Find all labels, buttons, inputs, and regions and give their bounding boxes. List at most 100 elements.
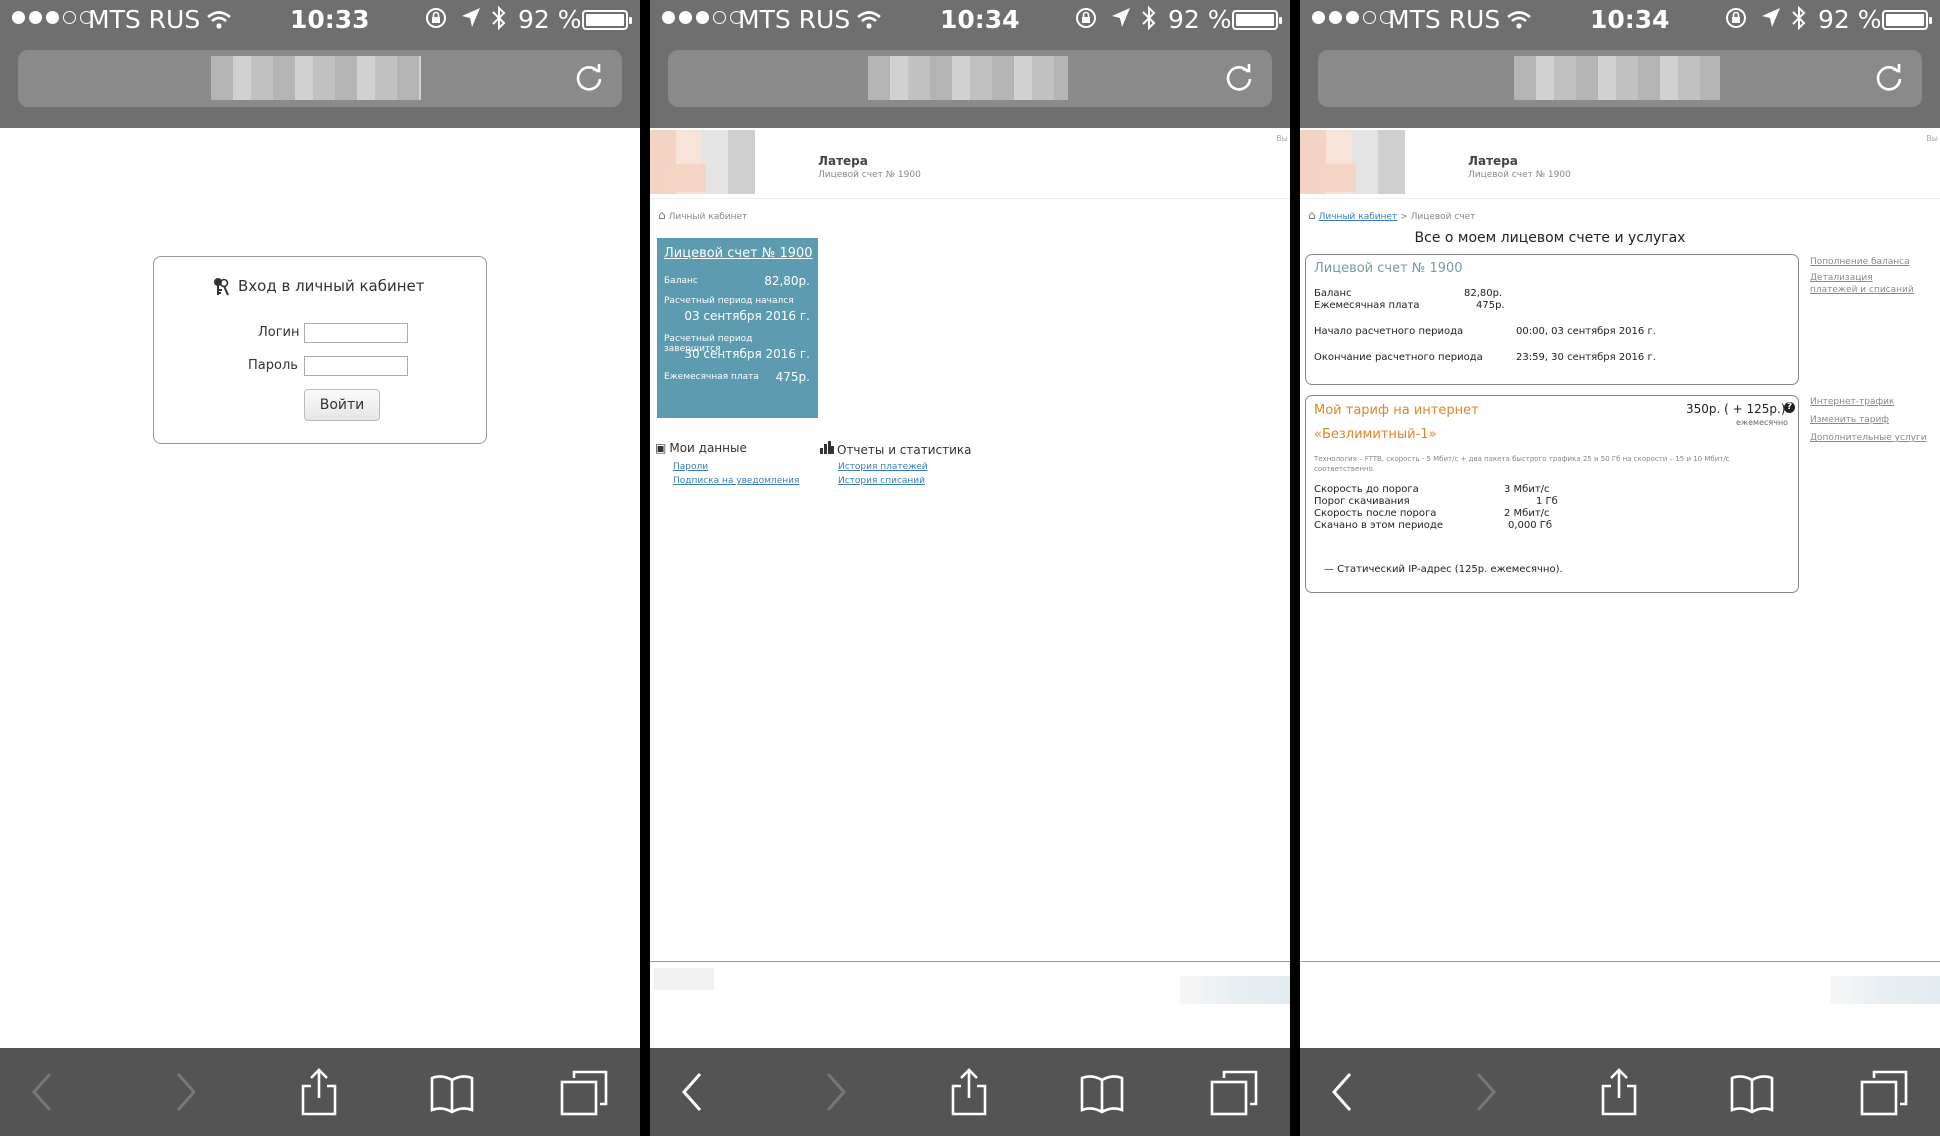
speed-after-value: 2 Мбит/с — [1504, 508, 1550, 519]
period-end-value: 23:59, 30 сентября 2016 г. — [1516, 352, 1656, 363]
payment-details-link[interactable]: Детализация платежей и списаний — [1810, 272, 1920, 296]
address-bar[interactable] — [18, 50, 622, 107]
address-bar[interactable] — [1318, 50, 1922, 107]
browser-chrome: MTS RUS 10:33 92 % — [0, 0, 640, 128]
my-data-title: Мои данные — [669, 441, 747, 455]
address-bar[interactable] — [668, 50, 1272, 107]
forward-icon[interactable] — [810, 1068, 858, 1116]
battery-icon — [582, 10, 632, 30]
logout-link[interactable]: Вы — [1276, 134, 1288, 143]
bookmarks-icon[interactable] — [428, 1068, 476, 1116]
share-icon[interactable] — [295, 1068, 343, 1116]
url-text-redacted — [868, 56, 1068, 100]
keys-icon — [212, 277, 232, 301]
speed-before-value: 3 Мбит/с — [1504, 484, 1550, 495]
password-input[interactable] — [304, 356, 408, 376]
signal-dots-icon — [662, 11, 743, 24]
tariff-description: Технология – FTTB, скорость - 5 Мбит/с +… — [1314, 455, 1730, 473]
downloaded-value: 0,000 Гб — [1508, 520, 1553, 531]
payment-history-link[interactable]: История платежей — [838, 462, 928, 472]
logout-link[interactable]: Вы — [1926, 134, 1938, 143]
extra-services-link[interactable]: Дополнительные услуги — [1810, 432, 1927, 444]
location-arrow-icon — [1760, 6, 1782, 36]
period-start-value: 03 сентября 2016 г. — [684, 309, 810, 323]
browser-toolbar — [1300, 1048, 1940, 1136]
phone-screen-login: MTS RUS 10:33 92 % Вход в личный кабинет… — [0, 0, 640, 1136]
page-content: Вход в личный кабинет Логин Пароль Войти — [0, 128, 640, 1048]
breadcrumb-home: Личный кабинет — [668, 212, 748, 222]
share-icon[interactable] — [945, 1068, 993, 1116]
status-bar: MTS RUS 10:33 92 % — [0, 0, 640, 42]
back-icon[interactable] — [20, 1068, 68, 1116]
url-text-redacted — [211, 56, 421, 100]
account-card[interactable]: Лицевой счет № 1900 Баланс 82,80р. Расчет… — [657, 238, 818, 418]
tariff-box: Мой тариф на интернет 350р. ( + 125р.) ?… — [1305, 395, 1799, 593]
rotation-lock-icon — [1724, 6, 1748, 36]
back-icon[interactable] — [670, 1068, 718, 1116]
tariff-price: 350р. ( + 125р.) — [1686, 402, 1786, 416]
reload-icon[interactable] — [1872, 60, 1906, 94]
period-end-value: 30 сентября 2016 г. — [684, 347, 810, 361]
account-card-title[interactable]: Лицевой счет № 1900 — [664, 246, 813, 261]
balance-label: Баланс — [1314, 288, 1352, 299]
signal-dots-icon — [12, 11, 93, 24]
bookmarks-icon[interactable] — [1078, 1068, 1126, 1116]
header-divider — [650, 198, 1290, 199]
phone-screen-dashboard: MTS RUS 10:34 92 % Латера Лицевой счет № — [650, 0, 1290, 1136]
site-name: Латера — [1468, 154, 1518, 168]
login-button[interactable]: Войти — [304, 389, 380, 421]
login-title: Вход в личный кабинет — [238, 277, 425, 295]
contact-card-icon: ▣ — [655, 441, 667, 455]
speed-after-label: Скорость после порога — [1314, 508, 1437, 519]
help-icon[interactable]: ? — [1784, 402, 1795, 413]
tabs-icon[interactable] — [560, 1068, 608, 1116]
wifi-icon — [1506, 8, 1532, 37]
topup-link[interactable]: Пополнение баланса — [1810, 256, 1910, 268]
account-subtitle: Лицевой счет № 1900 — [818, 170, 921, 180]
rotation-lock-icon — [424, 6, 448, 36]
reports-title: Отчеты и статистика — [837, 443, 972, 457]
carrier-name: MTS RUS — [88, 5, 201, 34]
status-bar: MTS RUS 10:34 92 % — [650, 0, 1290, 42]
tariff-name: «Безлимитный-1» — [1314, 427, 1437, 442]
internet-traffic-link[interactable]: Интернет-трафик — [1810, 396, 1894, 408]
notifications-link[interactable]: Подписка на уведомления — [673, 476, 799, 486]
tabs-icon[interactable] — [1210, 1068, 1258, 1116]
change-tariff-link[interactable]: Изменить тариф — [1810, 414, 1889, 426]
bluetooth-icon — [490, 4, 508, 38]
back-icon[interactable] — [1320, 1068, 1368, 1116]
carrier-name: MTS RUS — [738, 5, 851, 34]
login-input[interactable] — [304, 323, 408, 343]
passwords-link[interactable]: Пароли — [673, 462, 708, 472]
reload-icon[interactable] — [572, 60, 606, 94]
tabs-icon[interactable] — [1860, 1068, 1908, 1116]
reload-icon[interactable] — [1222, 60, 1256, 94]
breadcrumb-current: Лицевой счет — [1410, 212, 1476, 222]
speed-before-label: Скорость до порога — [1314, 484, 1419, 495]
forward-icon[interactable] — [160, 1068, 208, 1116]
balance-value: 82,80р. — [1464, 288, 1503, 299]
threshold-value: 1 Гб — [1536, 496, 1558, 507]
share-icon[interactable] — [1595, 1068, 1643, 1116]
monthly-value: 475р. — [775, 370, 810, 384]
charges-history-link[interactable]: История списаний — [838, 476, 925, 486]
browser-toolbar — [0, 1048, 640, 1136]
monthly-row: Ежемесячная плата 475р. — [664, 370, 810, 384]
breadcrumb-home-link[interactable]: Личный кабинет — [1319, 212, 1398, 222]
login-form: Вход в личный кабинет Логин Пароль Войти — [153, 256, 487, 444]
rotation-lock-icon — [1074, 6, 1098, 36]
period-start-label: Расчетный период начался — [664, 296, 794, 306]
status-bar: MTS RUS 10:34 92 % — [1300, 0, 1940, 42]
browser-chrome: MTS RUS 10:34 92 % — [650, 0, 1290, 128]
bookmarks-icon[interactable] — [1728, 1068, 1776, 1116]
bluetooth-icon — [1790, 4, 1808, 38]
account-box: Лицевой счет № 1900 Баланс 82,80р. Ежеме… — [1305, 254, 1799, 385]
account-box-title: Лицевой счет № 1900 — [1314, 261, 1463, 276]
forward-icon[interactable] — [1460, 1068, 1508, 1116]
monthly-label: Ежемесячная плата — [1314, 300, 1420, 311]
footer-redacted — [654, 968, 714, 990]
site-logo — [650, 130, 755, 194]
period-start-value: 00:00, 03 сентября 2016 г. — [1516, 326, 1656, 337]
tariff-period: ежемесячно — [1736, 418, 1789, 427]
browser-chrome: MTS RUS 10:34 92 % — [1300, 0, 1940, 128]
